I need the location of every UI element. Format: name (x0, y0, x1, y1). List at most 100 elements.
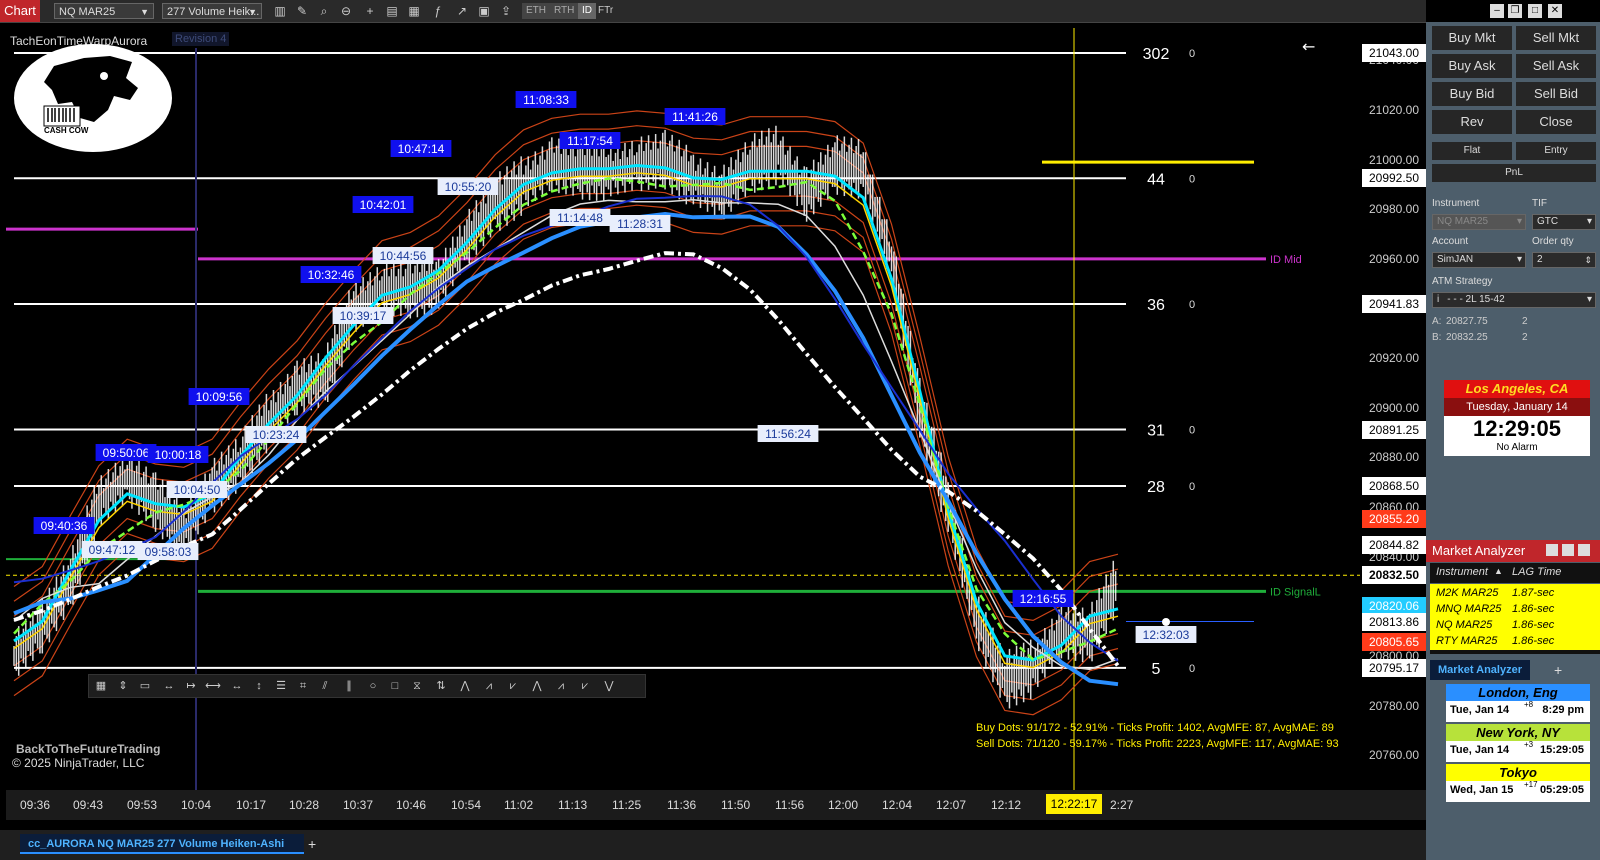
market-analyzer-tab[interactable]: Market Analyzer (1430, 660, 1530, 680)
ask-label: A: (1432, 316, 1442, 327)
atm-value: - - - 2L 15-42 (1447, 294, 1505, 305)
wave-icon[interactable]: ⋀ (457, 678, 473, 694)
templates-icon[interactable]: ▣ (476, 3, 492, 19)
minimize-icon[interactable]: – (1490, 4, 1504, 18)
time-axis[interactable]: 09:36 09:43 09:53 10:04 10:17 10:28 10:37 10:46… (6, 790, 1426, 820)
entry-button[interactable]: Entry (1516, 142, 1596, 160)
price-tick-label: 20920.00 (1368, 351, 1420, 366)
strategies-icon[interactable]: ↗ (454, 3, 470, 19)
wave5-icon[interactable]: ⩘ (553, 678, 569, 694)
triangle-icon[interactable]: ⧖ (409, 678, 425, 694)
info-icon[interactable]: i (1437, 294, 1439, 305)
zoom-icon[interactable]: ⌕ (316, 3, 332, 19)
account-select[interactable]: SimJAN ▾ (1432, 252, 1526, 268)
table-row[interactable]: NQ MAR25 1.86-sec (1430, 617, 1600, 633)
add-tab-icon[interactable]: + (308, 836, 316, 852)
ma-minimize-icon[interactable] (1546, 544, 1558, 556)
atm-strategy-select[interactable]: i - - - 2L 15-42 ▾ (1432, 292, 1596, 308)
wave6-icon[interactable]: ⩗ (577, 678, 593, 694)
line-icon[interactable]: ↔ (161, 678, 177, 694)
time-tick-label: 10:28 (289, 798, 320, 812)
flat-button[interactable]: Flat (1432, 142, 1512, 160)
sell-ask-button[interactable]: Sell Ask (1516, 54, 1596, 78)
data-box-icon[interactable]: ▦ (406, 3, 422, 19)
table-row[interactable]: M2K MAR25 1.87-sec (1430, 585, 1600, 601)
bar-style-icon[interactable]: ▥ (272, 3, 288, 19)
crosshair-icon[interactable]: + (362, 3, 378, 19)
horizontal-lines-icon[interactable]: ☰ (273, 678, 289, 694)
mid-ma-line (13, 172, 1119, 669)
quantity-stepper[interactable]: 2 ⇕ (1532, 252, 1596, 268)
zoom-out-icon[interactable]: ⊖ (338, 3, 354, 19)
time-tick-label: 11:56 (775, 798, 805, 812)
buy-bid-button[interactable]: Buy Bid (1432, 82, 1512, 106)
ma-restore-icon[interactable] (1562, 544, 1574, 556)
chevron-down-icon: ▼ (140, 7, 149, 17)
sell-market-button[interactable]: Sell Mkt (1516, 26, 1596, 50)
ma-table: M2K MAR25 1.87-sec MNQ MAR25 1.86-sec NQ M… (1430, 584, 1600, 650)
wave3-icon[interactable]: ⩗ (505, 678, 521, 694)
ma-col-instrument[interactable]: Instrument (1436, 566, 1488, 578)
parallel-icon[interactable]: ∥ (341, 678, 357, 694)
arrow-line-icon[interactable]: ↔ (229, 678, 245, 694)
account-label: Account (1432, 236, 1469, 247)
bar-type-selector[interactable]: 277 Volume Heik... ▼ (162, 3, 262, 19)
time-tick-label: 12:00 (828, 798, 859, 812)
ellipse-icon[interactable]: ○ (365, 678, 381, 694)
maximize-icon[interactable]: □ (1528, 4, 1542, 18)
ma-lag: 1.86-sec (1512, 635, 1555, 647)
chart-tab-aurora[interactable]: cc_AURORA NQ MAR25 277 Volume Heiken-Ash… (20, 834, 304, 854)
ftr-toggle[interactable]: FTr (594, 3, 617, 19)
ma-col-lag[interactable]: LAG Time (1512, 566, 1561, 578)
wave2-icon[interactable]: ⩘ (481, 678, 497, 694)
table-row[interactable]: RTY MAR25 1.86-sec (1430, 633, 1600, 649)
close-icon[interactable]: ✕ (1548, 4, 1562, 18)
table-row[interactable]: MNQ MAR25 1.86-sec (1430, 601, 1600, 617)
eth-toggle[interactable]: ETH (522, 3, 550, 19)
extended-line-icon[interactable]: ⟷ (205, 678, 221, 694)
time-tick-label: 11:13 (558, 798, 588, 812)
chevron-down-icon: ▾ (1586, 294, 1592, 305)
buy-market-button[interactable]: Buy Mkt (1432, 26, 1512, 50)
instrument-selector[interactable]: NQ MAR25 ▼ (54, 3, 154, 19)
price-marker: 20868.50 (1362, 476, 1426, 495)
add-tab-icon[interactable]: + (1554, 662, 1562, 678)
ray-icon[interactable]: ↦ (183, 678, 199, 694)
buy-ask-button[interactable]: Buy Ask (1432, 54, 1512, 78)
restore-icon[interactable]: ❐ (1508, 4, 1522, 18)
risk-reward-icon[interactable]: ⇕ (115, 678, 131, 694)
time-tick-label: 11:36 (667, 798, 697, 812)
wave4-icon[interactable]: ⋀ (529, 678, 545, 694)
region-icon[interactable]: ▭ (137, 678, 153, 694)
price-axis[interactable]: 20760.0020780.0020800.0020820.0020840.00… (1360, 28, 1426, 790)
reverse-button[interactable]: Rev (1432, 110, 1512, 134)
properties-icon[interactable]: ▤ (384, 3, 400, 19)
gann-icon[interactable]: ⇅ (433, 678, 449, 694)
ruler-icon[interactable]: ▦ (93, 678, 109, 694)
stepper-icon[interactable]: ⇕ (1584, 253, 1592, 267)
clock-city: Los Angeles, CA (1444, 380, 1590, 398)
instrument-field[interactable]: NQ MAR25 ▾ (1432, 214, 1526, 230)
channel-icon[interactable]: ⫽ (317, 678, 333, 694)
time-tick-label: 10:46 (396, 798, 427, 812)
revision-label: Revision 4 (172, 32, 230, 46)
indicators-icon[interactable]: ƒ (430, 3, 446, 19)
wave7-icon[interactable]: ⋁ (601, 678, 617, 694)
tif-select[interactable]: GTC ▾ (1532, 214, 1596, 230)
world-clock-time: 15:29:05 (1539, 744, 1584, 756)
fib-icon[interactable]: ⌗ (295, 678, 311, 694)
sell-bid-button[interactable]: Sell Bid (1516, 82, 1596, 106)
pnl-button[interactable]: PnL (1432, 164, 1596, 182)
rectangle-icon[interactable]: □ (387, 678, 403, 694)
ma-maximize-icon[interactable] (1578, 544, 1590, 556)
price-marker: 20795.17 (1362, 658, 1426, 677)
level-label: 31 (1147, 423, 1165, 440)
pencil-icon[interactable]: ✎ (294, 3, 310, 19)
vertical-line-icon[interactable]: ↕ (251, 678, 267, 694)
atm-label: ATM Strategy (1432, 276, 1493, 287)
share-icon[interactable]: ⇪ (498, 3, 514, 19)
chart-tab[interactable]: Chart (0, 0, 40, 22)
logo-text: CASH COW (44, 126, 89, 135)
rth-toggle[interactable]: RTH (550, 3, 579, 19)
close-position-button[interactable]: Close (1516, 110, 1596, 134)
